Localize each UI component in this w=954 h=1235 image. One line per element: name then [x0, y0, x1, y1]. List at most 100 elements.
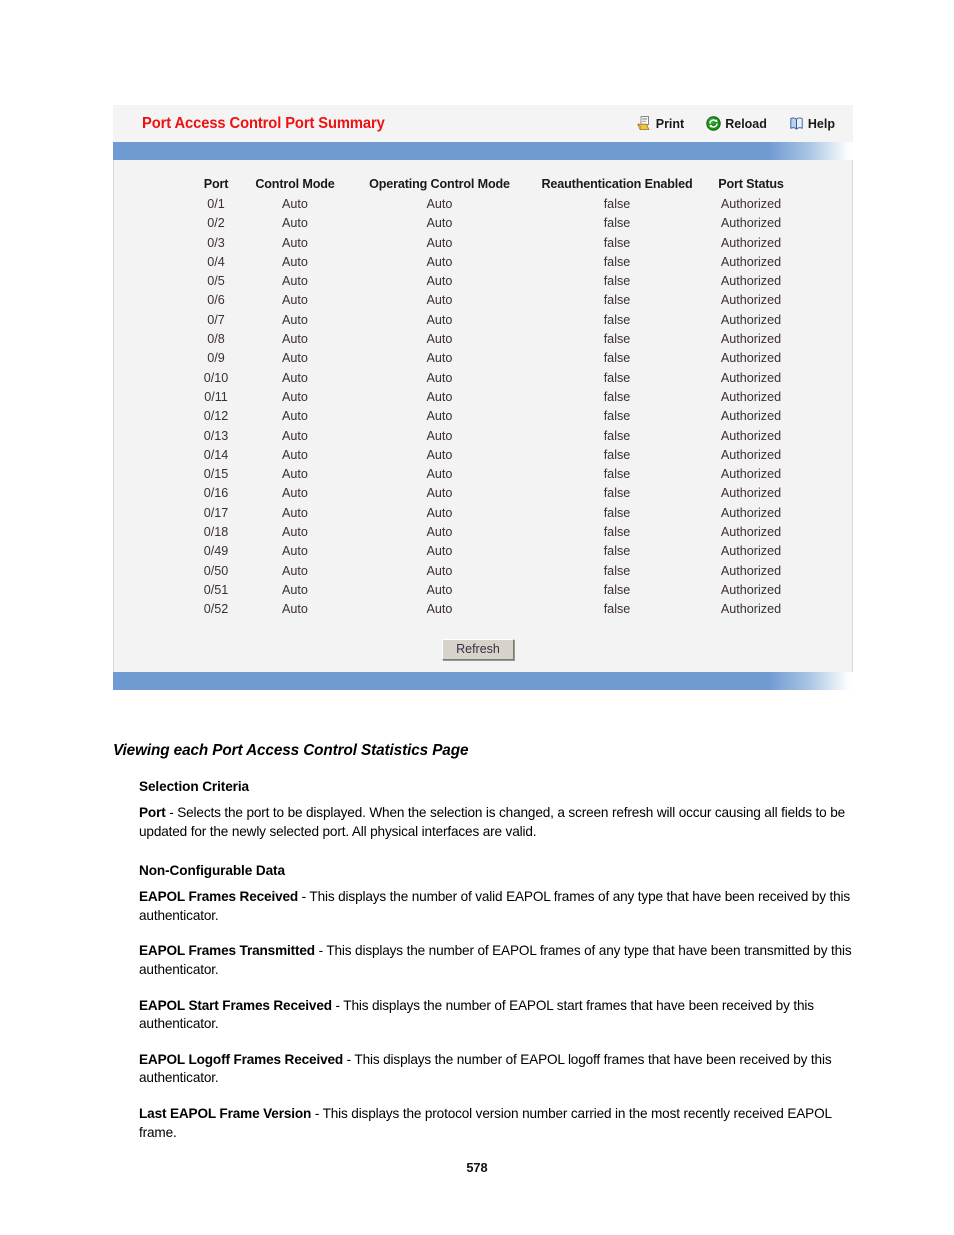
table-row: 0/51 Auto Auto false Authorized — [193, 581, 796, 600]
cell-reauthentication-enabled: false — [603, 235, 631, 250]
port-description-paragraph: Port - Selects the port to be displayed.… — [139, 804, 858, 841]
refresh-button[interactable]: Refresh — [442, 638, 514, 660]
cell-port: 0/49 — [203, 544, 229, 559]
cell-port: 0/11 — [204, 389, 228, 404]
cell-port-status: Authorized — [720, 563, 782, 578]
table-row: 0/18 Auto Auto false Authorized — [193, 523, 796, 542]
cell-reauthentication-enabled: false — [603, 293, 631, 308]
cell-control-mode: Auto — [282, 197, 308, 211]
cell-operating-control-mode: Auto — [426, 428, 453, 443]
item-term: EAPOL Logoff Frames Received — [139, 1051, 344, 1067]
cell-port: 0/15 — [203, 467, 229, 482]
cell-port: 0/8 — [207, 332, 225, 347]
table-row: 0/1 Auto Auto false Authorized — [193, 195, 796, 214]
cell-port-status: Authorized — [720, 389, 782, 404]
help-book-icon — [789, 116, 804, 131]
cell-operating-control-mode: Auto — [426, 351, 453, 366]
cell-port: 0/18 — [203, 525, 229, 540]
cell-port: 0/16 — [203, 486, 229, 501]
cell-operating-control-mode: Auto — [426, 525, 453, 540]
table-row: 0/7 Auto Auto false Authorized — [193, 311, 796, 330]
panel-top-accent-bar — [113, 142, 853, 160]
cell-port: 0/3 — [207, 235, 225, 250]
cell-operating-control-mode: Auto — [426, 409, 453, 424]
cell-control-mode: Auto — [282, 428, 308, 443]
cell-reauthentication-enabled: false — [603, 582, 631, 597]
section-heading: Viewing each Port Access Control Statist… — [113, 742, 469, 759]
cell-control-mode: Auto — [282, 235, 308, 250]
cell-reauthentication-enabled: false — [603, 525, 631, 540]
cell-operating-control-mode: Auto — [426, 332, 453, 347]
cell-port-status: Authorized — [720, 216, 782, 231]
cell-reauthentication-enabled: false — [603, 370, 631, 385]
help-button[interactable]: Help — [789, 116, 835, 131]
cell-control-mode: Auto — [282, 274, 308, 289]
non-configurable-item: EAPOL Frames Transmitted - This displays… — [139, 942, 858, 979]
cell-control-mode: Auto — [282, 312, 308, 327]
cell-port: 0/10 — [203, 370, 229, 385]
cell-reauthentication-enabled: false — [603, 254, 631, 269]
print-button[interactable]: Print — [636, 116, 684, 131]
column-header-control-mode: Control Mode — [255, 177, 335, 191]
cell-port: 0/2 — [207, 216, 225, 231]
cell-port-status: Authorized — [720, 467, 782, 482]
cell-port: 0/14 — [203, 447, 229, 462]
cell-control-mode: Auto — [282, 332, 308, 347]
cell-control-mode: Auto — [282, 216, 308, 231]
cell-port: 0/1 — [207, 197, 225, 211]
non-configurable-item: EAPOL Logoff Frames Received - This disp… — [139, 1051, 858, 1088]
cell-operating-control-mode: Auto — [426, 216, 453, 231]
table-row: 0/15 Auto Auto false Authorized — [193, 465, 796, 484]
panel-bottom-accent-bar — [113, 671, 853, 690]
cell-reauthentication-enabled: false — [603, 428, 631, 443]
table-row: 0/50 Auto Auto false Authorized — [193, 562, 796, 581]
cell-reauthentication-enabled: false — [603, 197, 631, 211]
panel-titlebar: Port Access Control Port Summary Print R… — [113, 105, 853, 142]
cell-port: 0/52 — [203, 602, 229, 617]
cell-control-mode: Auto — [282, 602, 308, 617]
document-text: Viewing each Port Access Control Statist… — [113, 742, 858, 1159]
cell-port: 0/13 — [203, 428, 229, 443]
reload-button[interactable]: Reload — [706, 116, 767, 131]
cell-control-mode: Auto — [282, 505, 308, 520]
cell-operating-control-mode: Auto — [426, 274, 453, 289]
cell-control-mode: Auto — [282, 544, 308, 559]
table-row: 0/5 Auto Auto false Authorized — [193, 272, 796, 291]
cell-port: 0/7 — [207, 312, 225, 327]
cell-control-mode: Auto — [282, 370, 308, 385]
non-configurable-items: EAPOL Frames Received - This displays th… — [113, 888, 858, 1142]
cell-port-status: Authorized — [720, 544, 782, 559]
table-row: 0/14 Auto Auto false Authorized — [193, 446, 796, 465]
cell-port-status: Authorized — [720, 525, 782, 540]
cell-port-status: Authorized — [720, 602, 782, 617]
cell-operating-control-mode: Auto — [426, 602, 453, 617]
cell-operating-control-mode: Auto — [426, 544, 453, 559]
table-row: 0/52 Auto Auto false Authorized — [193, 600, 796, 619]
cell-port: 0/4 — [207, 254, 225, 269]
cell-control-mode: Auto — [282, 467, 308, 482]
table-row: 0/8 Auto Auto false Authorized — [193, 330, 796, 349]
cell-operating-control-mode: Auto — [426, 293, 453, 308]
titlebar-actions: Print Reload Help — [636, 116, 847, 131]
cell-port-status: Authorized — [720, 293, 782, 308]
non-configurable-item: EAPOL Frames Received - This displays th… — [139, 888, 858, 925]
cell-operating-control-mode: Auto — [426, 486, 453, 501]
cell-control-mode: Auto — [282, 447, 308, 462]
cell-reauthentication-enabled: false — [603, 447, 631, 462]
reload-label: Reload — [725, 116, 767, 131]
printer-icon — [636, 116, 652, 131]
table-header-row: Port Control Mode Operating Control Mode… — [193, 177, 796, 195]
cell-port-status: Authorized — [720, 447, 782, 462]
port-summary-table: Port Control Mode Operating Control Mode… — [193, 177, 796, 620]
cell-operating-control-mode: Auto — [426, 582, 453, 597]
table-row: 0/13 Auto Auto false Authorized — [193, 427, 796, 446]
column-header-port: Port — [203, 177, 229, 191]
table-row: 0/2 Auto Auto false Authorized — [193, 214, 796, 233]
table-row: 0/17 Auto Auto false Authorized — [193, 504, 796, 523]
page-number: 578 — [466, 1160, 488, 1175]
cell-reauthentication-enabled: false — [603, 274, 631, 289]
item-term: EAPOL Frames Received — [139, 889, 299, 905]
cell-port-status: Authorized — [720, 505, 782, 520]
cell-port: 0/12 — [203, 409, 229, 424]
selection-criteria-heading: Selection Criteria — [139, 779, 250, 794]
